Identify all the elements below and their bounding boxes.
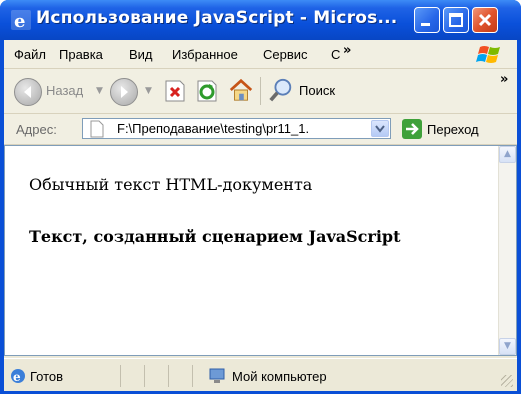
address-bar: Адрес: F:\Преподавание\testing\pr11_1. П… — [4, 114, 517, 145]
minimize-icon — [421, 23, 430, 26]
menu-view[interactable]: Вид — [129, 47, 153, 62]
go-arrow-icon — [406, 123, 419, 135]
menu-tools[interactable]: Сервис — [263, 47, 308, 62]
menu-file[interactable]: Файл — [14, 47, 46, 62]
status-bar: e Готов Мой компьютер — [4, 358, 517, 391]
address-input[interactable]: F:\Преподавание\testing\pr11_1. — [82, 118, 391, 139]
svg-text:e: e — [13, 370, 21, 384]
window-title: Использование JavaScript - Micros... — [36, 8, 398, 28]
menu-favorites[interactable]: Избранное — [172, 47, 238, 62]
maximize-icon — [449, 13, 463, 27]
status-panel — [168, 365, 191, 387]
address-dropdown-button[interactable] — [371, 120, 389, 137]
toolbar-overflow-chevron[interactable]: » — [500, 72, 508, 87]
close-icon — [478, 13, 492, 27]
refresh-icon[interactable] — [194, 78, 220, 104]
title-bar[interactable]: e Использование JavaScript - Micros... — [0, 0, 521, 40]
page-content: Обычный текст HTML-документа Текст, созд… — [4, 145, 517, 356]
plain-text-paragraph: Обычный текст HTML-документа — [29, 175, 313, 194]
address-value: F:\Преподавание\testing\pr11_1. — [117, 121, 310, 136]
chevron-down-icon — [375, 125, 385, 133]
browser-window: e Использование JavaScript - Micros... Ф… — [0, 0, 521, 394]
search-icon[interactable] — [268, 77, 294, 103]
address-label: Адрес: — [16, 122, 57, 137]
window-frame: Файл Правка Вид Избранное Сервис С » Наз… — [4, 40, 517, 391]
security-zone-text: Мой компьютер — [232, 369, 327, 384]
back-button[interactable] — [14, 78, 42, 106]
standard-toolbar: Назад ▼ ▼ Поиск » — [4, 69, 517, 114]
stop-icon[interactable] — [162, 78, 188, 104]
maximize-button[interactable] — [443, 7, 469, 33]
status-panel — [144, 365, 167, 387]
resize-grip[interactable] — [501, 375, 513, 387]
scroll-up-button[interactable]: ▲ — [499, 146, 516, 163]
toolbar-separator — [260, 77, 261, 105]
search-label[interactable]: Поиск — [299, 83, 335, 98]
scroll-down-button[interactable]: ▼ — [499, 338, 516, 355]
back-label: Назад — [46, 83, 84, 98]
menu-edit[interactable]: Правка — [59, 47, 103, 62]
go-button[interactable] — [402, 119, 422, 139]
status-text: Готов — [30, 369, 64, 384]
ie-icon: e — [11, 10, 31, 31]
menu-help[interactable]: С — [331, 47, 340, 62]
svg-text:e: e — [14, 11, 25, 31]
status-panel — [120, 365, 143, 387]
home-icon[interactable] — [228, 77, 254, 103]
menu-overflow-chevron[interactable]: » — [343, 43, 351, 58]
close-button[interactable] — [472, 7, 498, 33]
forward-dropdown-arrow[interactable]: ▼ — [145, 86, 152, 96]
ie-page-icon: e — [11, 369, 25, 384]
forward-arrow-icon — [121, 86, 128, 98]
page-icon — [90, 120, 104, 138]
go-label[interactable]: Переход — [427, 122, 479, 137]
windows-logo-icon — [476, 46, 500, 63]
script-text-paragraph: Текст, созданный сценарием JavaScript — [29, 227, 401, 246]
forward-button[interactable] — [110, 78, 138, 106]
back-dropdown-arrow[interactable]: ▼ — [96, 86, 103, 96]
menu-bar: Файл Правка Вид Избранное Сервис С » — [4, 40, 517, 69]
back-arrow-icon — [24, 86, 31, 98]
computer-icon — [209, 368, 225, 383]
vertical-scrollbar[interactable]: ▲ ▼ — [498, 146, 516, 355]
minimize-button[interactable] — [414, 7, 440, 33]
